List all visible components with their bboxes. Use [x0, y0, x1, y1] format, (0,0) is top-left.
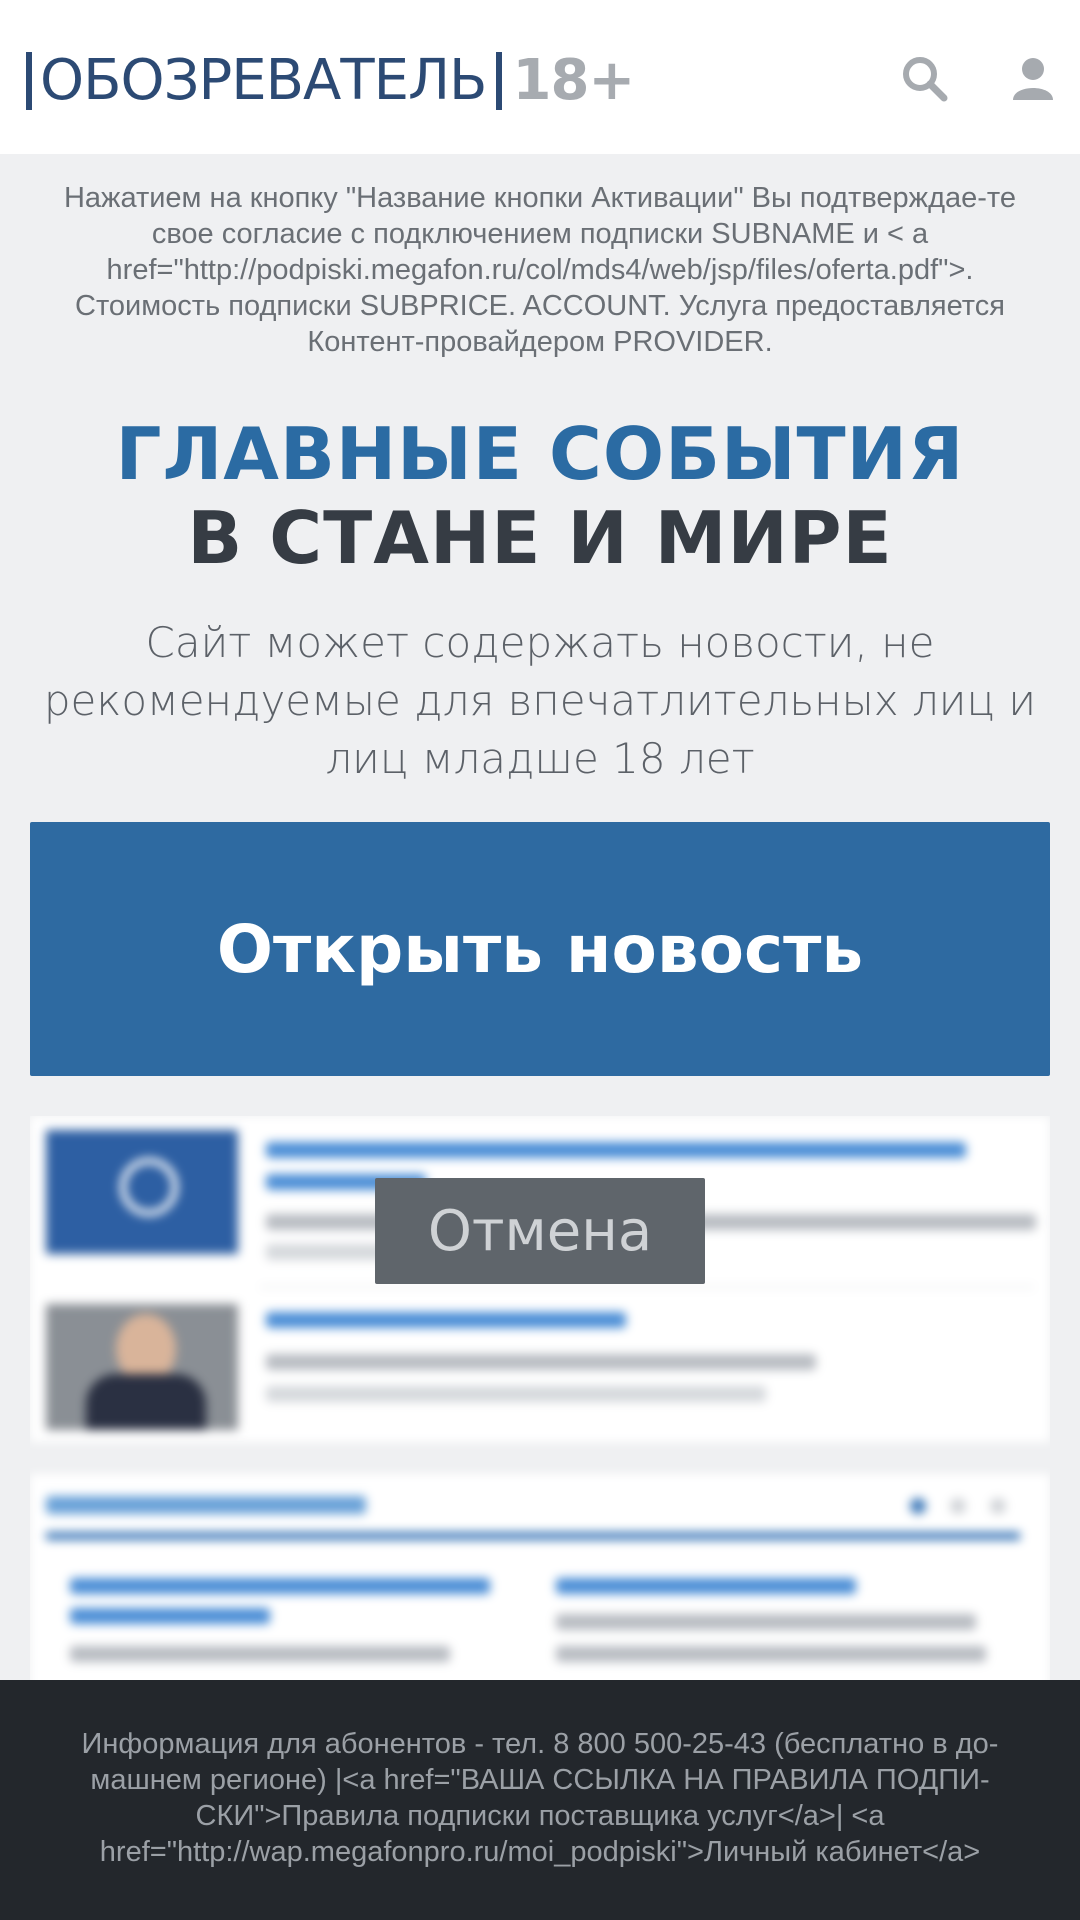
open-news-button[interactable]: Открыть новость — [30, 822, 1050, 1076]
blurred-line — [266, 1354, 816, 1370]
header-bar: ОБОЗРЕВАТЕЛЬ 18+ — [0, 0, 1080, 154]
site-logo[interactable]: ОБОЗРЕВАТЕЛЬ 18+ — [26, 46, 635, 116]
blurred-line — [266, 1312, 626, 1328]
logo-name: ОБОЗРЕВАТЕЛЬ — [40, 48, 487, 113]
search-icon[interactable] — [900, 54, 950, 104]
user-icon[interactable] — [1008, 54, 1058, 104]
logo-age-badge: 18+ — [512, 48, 635, 113]
logo-bar-left — [26, 52, 32, 110]
blurred-line — [266, 1142, 966, 1158]
blog-card — [30, 1474, 1050, 1682]
headline-line-2: В СТАНЕ И МИРЕ — [187, 496, 893, 580]
news-thumbnail — [46, 1304, 238, 1430]
subscriber-info: Информация для абонентов - тел. 8 800 50… — [81, 1728, 999, 1868]
cancel-button[interactable]: Отмена — [375, 1178, 705, 1284]
blurred-line — [556, 1578, 856, 1594]
blurred-line — [266, 1244, 386, 1260]
news-thumbnail — [46, 1130, 238, 1254]
carousel-dot — [910, 1498, 926, 1514]
blog-rule — [46, 1532, 1020, 1540]
logo-bar-right — [496, 52, 503, 110]
subscription-disclaimer: Нажатием на кнопку "Название кнопки Акти… — [63, 182, 1016, 358]
blurred-line — [556, 1614, 976, 1630]
footer-bar: Информация для абонентов - тел. 8 800 50… — [0, 1680, 1080, 1920]
blurred-line — [266, 1386, 766, 1402]
carousel-dot — [950, 1498, 966, 1514]
carousel-dot — [990, 1498, 1006, 1514]
headline-line-1: ГЛАВНЫЕ СОБЫТИЯ — [115, 412, 965, 496]
card-divider — [260, 1286, 1034, 1288]
age-warning-subtitle: Сайт может содержать новости, не рекомен… — [43, 618, 1037, 783]
blurred-line — [70, 1608, 270, 1624]
blurred-line — [556, 1646, 986, 1662]
blurred-line — [70, 1646, 450, 1662]
blog-heading — [46, 1496, 366, 1514]
blurred-line — [70, 1578, 490, 1594]
